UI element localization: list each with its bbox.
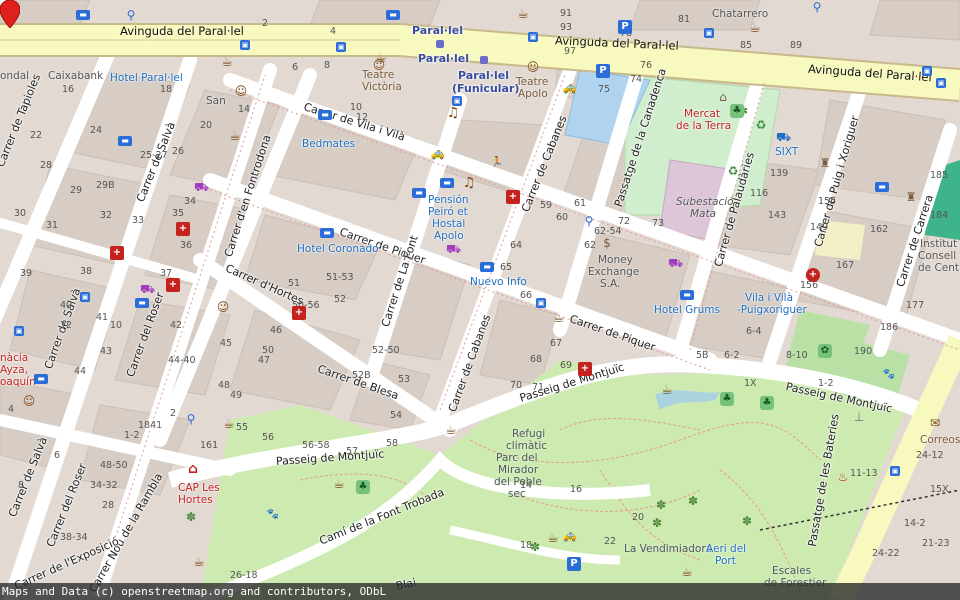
metro-station-icon[interactable]: [480, 56, 488, 64]
hotel-icon[interactable]: ▬: [118, 136, 132, 146]
picnic-icon[interactable]: ♣: [356, 480, 370, 494]
shop-icon[interactable]: ⛟: [194, 180, 209, 194]
bus-stop-icon[interactable]: ▣: [936, 78, 946, 88]
tree-icon[interactable]: ✽: [650, 516, 664, 530]
parking-icon[interactable]: P: [567, 557, 581, 571]
hotel-icon[interactable]: ▬: [34, 374, 48, 384]
bus-stop-icon[interactable]: ▣: [536, 298, 546, 308]
pharmacy-icon[interactable]: +: [506, 190, 520, 204]
theatre-icon[interactable]: ☺: [22, 394, 36, 408]
cafe-icon[interactable]: ☕: [228, 130, 242, 144]
bus-stop-icon[interactable]: ▣: [14, 326, 24, 336]
theatre-icon[interactable]: ☺: [372, 58, 386, 72]
dog-park-icon[interactable]: 🐾: [882, 368, 896, 382]
cafe-icon[interactable]: ☕: [546, 532, 560, 546]
sports-icon[interactable]: 🏃: [490, 156, 504, 170]
bicycle-rental-icon[interactable]: ⚲: [184, 412, 198, 426]
music-venue-icon[interactable]: ♫: [462, 176, 476, 190]
hospital-icon[interactable]: +: [806, 268, 820, 282]
toilets-icon[interactable]: ♜: [904, 190, 918, 204]
money-exchange-icon[interactable]: $: [600, 236, 614, 250]
cafe-icon[interactable]: ☕: [220, 56, 234, 70]
music-venue-icon[interactable]: ♫: [446, 106, 460, 120]
parking-icon[interactable]: P: [596, 64, 610, 78]
bus-stop-icon[interactable]: ▣: [336, 42, 346, 52]
cafe-icon[interactable]: ☕: [680, 566, 694, 580]
map-canvas[interactable]: Avinguda del Paral·lel Avinguda del Para…: [0, 0, 960, 600]
bus-stop-icon[interactable]: ▣: [80, 292, 90, 302]
tree-icon[interactable]: ✽: [528, 540, 542, 554]
tree-icon[interactable]: ✽: [184, 510, 198, 524]
shop-icon[interactable]: ⛟: [668, 256, 683, 270]
bicycle-rental-icon[interactable]: ⚲: [810, 0, 824, 14]
cafe-icon[interactable]: ☕: [748, 22, 762, 36]
parking-icon[interactable]: P: [618, 20, 632, 34]
hotel-icon[interactable]: ▬: [76, 10, 90, 20]
car-rental-icon[interactable]: ⛟: [776, 130, 791, 144]
recycling-icon[interactable]: ♻: [726, 164, 740, 178]
picnic-icon[interactable]: ♣: [720, 392, 734, 406]
garden-icon[interactable]: ♣: [730, 104, 744, 118]
monument-icon[interactable]: ⊥: [852, 410, 866, 424]
hotel-icon[interactable]: ▬: [320, 228, 334, 238]
tree-icon[interactable]: ✽: [740, 514, 754, 528]
bicycle-rental-icon[interactable]: ⚲: [582, 214, 596, 228]
shop-icon[interactable]: ⛟: [446, 242, 461, 256]
cafe-icon[interactable]: ☕: [552, 312, 566, 326]
bus-stop-icon[interactable]: ▣: [528, 32, 538, 42]
cafe-icon[interactable]: ☕: [222, 418, 236, 432]
cafe-icon[interactable]: ☕: [192, 556, 206, 570]
dog-park-icon[interactable]: 🐾: [266, 508, 280, 522]
bus-stop-icon[interactable]: ▣: [452, 96, 462, 106]
recycling-icon[interactable]: ♻: [754, 118, 768, 132]
hotel-icon[interactable]: ▬: [480, 262, 494, 272]
hotel-icon[interactable]: ▬: [318, 110, 332, 120]
fire-station-icon[interactable]: ♨: [836, 470, 850, 484]
picnic-icon[interactable]: ♣: [760, 396, 774, 410]
hotel-icon[interactable]: ▬: [440, 178, 454, 188]
hotel-icon[interactable]: ▬: [875, 182, 889, 192]
metro-station-icon[interactable]: [436, 40, 444, 48]
map-attribution[interactable]: Maps and Data (c) openstreetmap.org and …: [0, 583, 960, 600]
taxi-icon[interactable]: 🚕: [562, 528, 577, 542]
taxi-icon[interactable]: 🚕: [430, 146, 445, 160]
toilets-icon[interactable]: ♜: [818, 156, 832, 170]
theatre-icon[interactable]: ☺: [526, 60, 540, 74]
tree-icon[interactable]: ✽: [654, 498, 668, 512]
pharmacy-icon[interactable]: +: [166, 278, 180, 292]
bus-stop-icon[interactable]: ▣: [240, 40, 250, 50]
pharmacy-icon[interactable]: +: [110, 246, 124, 260]
tree-icon[interactable]: ✽: [686, 494, 700, 508]
bus-stop-icon[interactable]: ▣: [890, 466, 900, 476]
location-pin-icon[interactable]: [0, 0, 20, 28]
cafe-icon[interactable]: ☕: [332, 478, 346, 492]
hotel-icon[interactable]: ▬: [135, 298, 149, 308]
cafe-icon[interactable]: ☕: [660, 384, 674, 398]
bus-stop-icon[interactable]: ▣: [704, 28, 714, 38]
hotel-icon[interactable]: ▬: [412, 188, 426, 198]
bicycle-rental-icon[interactable]: ⚲: [124, 8, 138, 22]
taxi-icon[interactable]: 🚕: [562, 80, 577, 94]
pharmacy-icon[interactable]: +: [176, 222, 190, 236]
bus-stop-icon[interactable]: ▣: [922, 66, 932, 76]
theatre-icon[interactable]: ☺: [234, 84, 248, 98]
theatre-icon[interactable]: ☺: [216, 300, 230, 314]
cafe-icon[interactable]: ☕: [444, 424, 458, 438]
hotel-icon[interactable]: ▬: [680, 290, 694, 300]
pharmacy-icon[interactable]: +: [578, 362, 592, 376]
market-icon[interactable]: ⌂: [716, 90, 730, 104]
cafe-icon[interactable]: ☕: [516, 8, 530, 22]
playground-icon[interactable]: ✿: [818, 344, 832, 358]
shop-icon[interactable]: ⛟: [140, 282, 155, 296]
clinic-icon[interactable]: ⌂: [186, 462, 200, 476]
hotel-icon[interactable]: ▬: [386, 10, 400, 20]
pharmacy-icon[interactable]: +: [292, 306, 306, 320]
post-office-icon[interactable]: ✉: [928, 416, 942, 430]
